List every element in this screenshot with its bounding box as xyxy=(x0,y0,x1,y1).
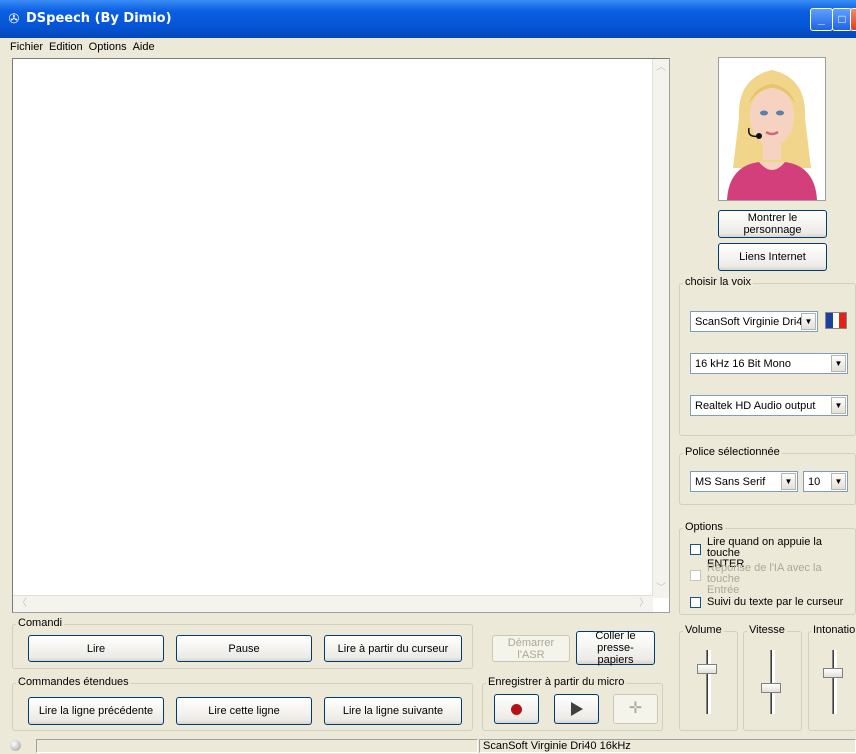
commands-group-label: Comandi xyxy=(16,617,65,629)
horizontal-scrollbar[interactable]: 〈 〉 xyxy=(13,595,653,612)
intonation-slider[interactable] xyxy=(823,668,843,678)
ai-reply-checkbox[interactable] xyxy=(690,570,701,581)
paste-line1: Coller le xyxy=(595,630,636,642)
extended-commands-label: Commandes étendues xyxy=(16,676,131,688)
intonation-track xyxy=(832,650,837,714)
audio-output-select[interactable]: Realtek HD Audio output ▼ xyxy=(690,395,848,416)
voice-group-label: choisir la voix xyxy=(683,276,754,288)
minimize-button[interactable]: _ xyxy=(810,8,833,31)
scroll-right-icon[interactable]: 〉 xyxy=(637,597,651,611)
status-panel-empty xyxy=(36,739,478,753)
read-next-line-button[interactable]: Lire la ligne suivante xyxy=(324,697,462,725)
speed-slider[interactable] xyxy=(761,683,781,693)
font-family-value: MS Sans Serif xyxy=(695,475,766,488)
chevron-down-icon[interactable]: ▼ xyxy=(781,473,796,490)
menu-help[interactable]: Aide xyxy=(130,38,158,56)
title-bar[interactable]: ✇ DSpeech (By Dimio) _ □ xyxy=(0,0,856,38)
chevron-down-icon[interactable]: ▼ xyxy=(801,313,816,330)
font-size-value: 10 xyxy=(808,475,821,488)
voice-select-value: ScanSoft Virginie Dri40 16 xyxy=(695,315,803,328)
vertical-scrollbar[interactable]: ︿ ﹀ xyxy=(652,59,669,598)
follow-cursor-checkbox[interactable] xyxy=(690,597,701,608)
chevron-down-icon[interactable]: ▼ xyxy=(831,355,846,372)
chevron-down-icon[interactable]: ▼ xyxy=(831,473,846,490)
paste-line2: presse-papiers xyxy=(597,642,634,666)
ai-reply-label: Réponse de l'IA avec la touche Entrée xyxy=(707,563,856,596)
paste-clipboard-button[interactable]: Coller le presse-papiers xyxy=(576,630,655,666)
speed-label: Vitesse xyxy=(747,624,787,636)
character-avatar xyxy=(718,57,826,201)
intonation-label: Intonation xyxy=(811,624,856,636)
internet-links-button[interactable]: Liens Internet xyxy=(718,243,827,271)
ai-reply-line2: Entrée xyxy=(707,584,740,596)
close-button[interactable] xyxy=(850,8,856,31)
record-group-label: Enregistrer à partir du micro xyxy=(486,676,627,688)
audio-format-select[interactable]: 16 kHz 16 Bit Mono ▼ xyxy=(690,353,848,374)
record-button[interactable] xyxy=(494,694,539,724)
scroll-down-icon[interactable]: ﹀ xyxy=(654,582,668,596)
scroll-left-icon[interactable]: 〈 xyxy=(15,597,29,611)
menu-file[interactable]: Fichier xyxy=(0,38,46,56)
font-group-label: Police sélectionnée xyxy=(683,446,782,458)
read-this-line-button[interactable]: Lire cette ligne xyxy=(176,697,312,725)
show-character-button[interactable]: Montrer le personnage xyxy=(718,210,827,238)
record-icon xyxy=(511,703,522,715)
chevron-down-icon[interactable]: ▼ xyxy=(831,397,846,414)
menu-edit[interactable]: Edition xyxy=(46,38,86,56)
font-size-select[interactable]: 10 ▼ xyxy=(803,471,848,492)
audio-output-value: Realtek HD Audio output xyxy=(695,399,816,412)
play-icon xyxy=(570,702,583,716)
volume-label: Volume xyxy=(683,624,724,636)
scroll-up-icon[interactable]: ︿ xyxy=(654,61,668,75)
font-family-select[interactable]: MS Sans Serif ▼ xyxy=(690,471,798,492)
menu-options[interactable]: Options xyxy=(86,38,130,56)
window-title: DSpeech (By Dimio) xyxy=(26,11,172,26)
follow-cursor-label: Suivi du texte par le curseur xyxy=(707,596,844,608)
audio-format-value: 16 kHz 16 Bit Mono xyxy=(695,357,791,370)
speed-track xyxy=(770,650,775,714)
menu-bar: Fichier Edition Options Aide xyxy=(0,38,856,56)
read-from-cursor-button[interactable]: Lire à partir du curseur xyxy=(324,635,462,662)
mic-icon: ✇ xyxy=(8,11,20,26)
pause-button[interactable]: Pause xyxy=(176,635,312,662)
read-on-enter-line1: Lire quand on appuie la touche xyxy=(707,536,822,559)
start-asr-button[interactable]: Démarrer l'ASR xyxy=(492,635,570,662)
text-editor[interactable]: ︿ ﹀ 〈 〉 xyxy=(12,58,670,613)
read-button[interactable]: Lire xyxy=(28,635,164,662)
stop-button[interactable]: ✛ xyxy=(613,694,658,724)
french-flag-icon xyxy=(825,312,847,329)
status-voice-info: ScanSoft Virginie Dri40 16kHz xyxy=(479,739,856,753)
volume-slider[interactable] xyxy=(697,664,717,674)
voice-select[interactable]: ScanSoft Virginie Dri40 16 ▼ xyxy=(690,311,818,332)
play-button[interactable] xyxy=(554,694,599,724)
volume-track xyxy=(706,650,711,714)
ai-reply-line1: Réponse de l'IA avec la touche xyxy=(707,562,822,585)
options-group-label: Options xyxy=(683,521,725,533)
maximize-button[interactable]: □ xyxy=(832,8,852,31)
read-prev-line-button[interactable]: Lire la ligne précédente xyxy=(28,697,164,725)
stop-icon: ✛ xyxy=(628,700,643,717)
status-led-icon xyxy=(10,740,21,751)
status-bar: ScanSoft Virginie Dri40 16kHz xyxy=(0,737,856,754)
read-on-enter-checkbox[interactable] xyxy=(690,544,701,555)
